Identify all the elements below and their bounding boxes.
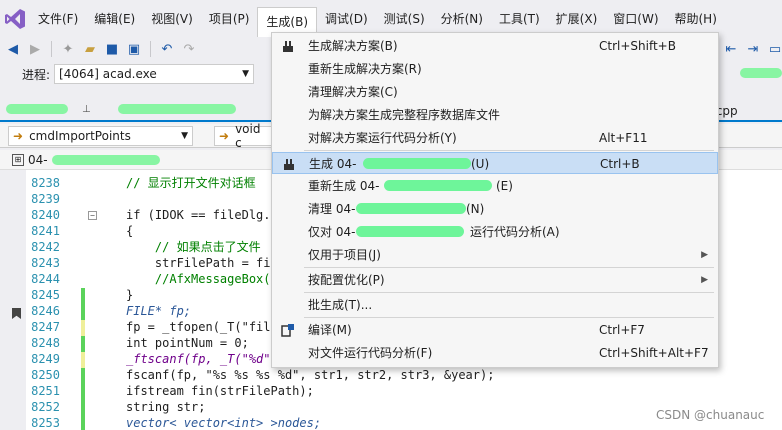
process-label: 进程: [22,67,51,82]
member-combo-value: cmdImportPoints [29,129,131,143]
build-menu-dropdown: 生成解决方案(B) Ctrl+Shift+B 重新生成解决方案(R) 清理解决方… [271,32,719,368]
arrow-right-icon: ➜ [13,129,24,143]
menu-tools[interactable]: 工具(T) [491,5,548,33]
compile-icon [280,322,296,338]
function-combo[interactable]: ➜ void c [214,122,274,150]
member-combo[interactable]: ➜ cmdImportPoints ▼ [8,126,193,146]
menu-item-rebuild-project[interactable]: 重新生成 04- (E) [272,175,718,197]
submenu-arrow-icon: ▶ [701,275,708,285]
forward-icon[interactable]: ▶ [26,40,44,58]
build-solution-icon [280,38,296,54]
process-value: [4064] acad.exe [59,67,157,81]
menu-test[interactable]: 测试(S) [376,5,433,33]
indicator-margin [0,170,26,430]
menu-separator [304,317,714,318]
menu-separator [304,267,714,268]
menu-separator [304,150,714,151]
menu-item-compile[interactable]: 编译(M) Ctrl+F7 [272,319,718,341]
redaction-mark [118,104,236,114]
chevron-down-icon: ▼ [181,131,188,141]
chevron-down-icon: ▼ [242,69,250,79]
menu-item-build-solution[interactable]: 生成解决方案(B) Ctrl+Shift+B [272,35,718,57]
project-icon: ⊞ [12,153,24,166]
redaction-mark [52,155,160,165]
toolbar-separator [51,41,52,57]
submenu-arrow-icon: ▶ [701,250,708,260]
redo-icon[interactable]: ↷ [180,40,198,58]
share-icon[interactable]: ▭ [766,40,782,58]
menu-item-pgo[interactable]: 按配置优化(P) ▶ [272,269,718,291]
step-out-icon[interactable]: ⇥ [744,40,762,58]
menu-item-build-project[interactable]: 生成 04- (U) Ctrl+B [272,152,718,174]
menu-view[interactable]: 视图(V) [143,5,201,33]
menu-extensions[interactable]: 扩展(X) [548,5,606,33]
menu-separator [304,292,714,293]
redaction-mark [384,180,492,191]
visual-studio-logo-icon[interactable] [0,0,30,38]
code-line: 8250 fscanf(fp, "%s %s %s %d", str1, str2… [31,368,495,384]
menu-analyze[interactable]: 分析(N) [433,5,491,33]
menu-item-project-only[interactable]: 仅用于项目(J) ▶ [272,244,718,266]
arrow-right-icon: ➜ [219,129,230,143]
redaction-mark [356,226,464,237]
menu-item-project-code-analysis[interactable]: 仅对 04- 运行代码分析(A) [272,221,718,243]
toolbar-separator [150,41,151,57]
collapse-icon: − [88,211,97,220]
redaction-mark [356,203,466,214]
process-select[interactable]: [4064] acad.exe ▼ [54,64,255,84]
menu-item-clean-solution[interactable]: 清理解决方案(C) [272,81,718,103]
menu-item-solution-code-analysis[interactable]: 对解决方案运行代码分析(Y) Alt+F11 [272,127,718,149]
redaction-mark [740,68,782,78]
watermark: CSDN @chuanauc [656,408,765,422]
open-folder-icon[interactable]: ▰ [81,40,99,58]
step-icon[interactable]: ⇤ [722,40,740,58]
redaction-mark [363,158,471,169]
save-all-icon[interactable]: ▣ [125,40,143,58]
menu-project[interactable]: 项目(P) [201,5,258,33]
build-project-icon [281,156,297,172]
menu-item-rebuild-solution[interactable]: 重新生成解决方案(R) [272,58,718,80]
menu-item-file-code-analysis[interactable]: 对文件运行代码分析(F) Ctrl+Shift+Alt+F7 [272,342,718,364]
project-scope-value[interactable]: 04- [28,153,48,167]
menu-debug[interactable]: 调试(D) [317,5,376,33]
menu-item-clean-project[interactable]: 清理 04- (N) [272,198,718,220]
menu-help[interactable]: 帮助(H) [667,5,725,33]
save-icon[interactable]: ■ [103,40,121,58]
menu-edit[interactable]: 编辑(E) [86,5,143,33]
menu-file[interactable]: 文件(F) [30,5,86,33]
menu-item-batch-build[interactable]: 批生成(T)... [272,294,718,316]
function-combo-value: void c [235,122,261,150]
menu-item-generate-pdb[interactable]: 为解决方案生成完整程序数据库文件 [272,104,718,126]
code-line: 8251 ifstream fin(strFilePath); [31,384,314,400]
menu-window[interactable]: 窗口(W) [605,5,666,33]
undo-icon[interactable]: ↶ [158,40,176,58]
new-item-icon[interactable]: ✦ [59,40,77,58]
back-icon[interactable]: ◀ [4,40,22,58]
pin-icon[interactable]: ⊥ [82,104,91,115]
redaction-mark [6,104,68,114]
